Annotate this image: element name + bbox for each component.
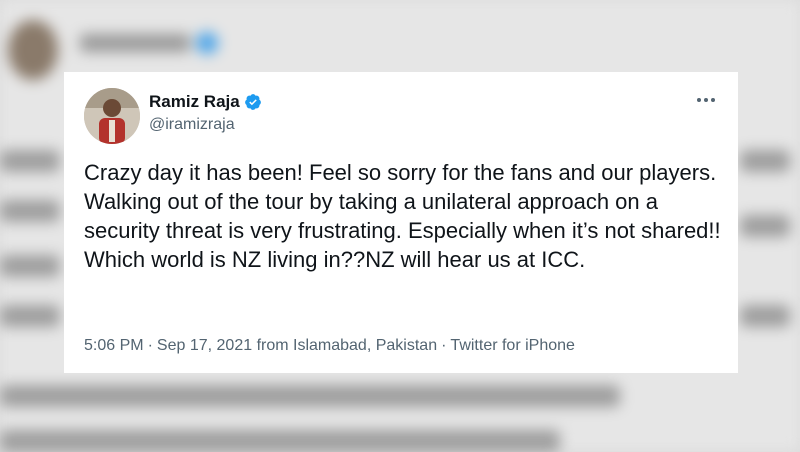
tweet-card: Ramiz Raja @iramizraja Crazy day it has …: [64, 72, 738, 373]
tweet-text: Crazy day it has been! Feel so sorry for…: [84, 160, 721, 272]
user-handle[interactable]: @iramizraja: [149, 116, 235, 134]
meta-separator: ·: [441, 337, 447, 354]
tweet-source[interactable]: Twitter for iPhone: [450, 337, 575, 355]
tweet-meta: 5:06 PM · Sep 17, 2021 from Islamabad, P…: [84, 337, 575, 355]
tweet-date-location[interactable]: Sep 17, 2021 from Islamabad, Pakistan: [157, 337, 437, 355]
meta-separator: ·: [147, 337, 153, 354]
display-name[interactable]: Ramiz Raja: [149, 92, 240, 112]
avatar[interactable]: [84, 88, 140, 144]
tweet-time[interactable]: 5:06 PM: [84, 337, 144, 355]
more-options-icon[interactable]: [694, 88, 718, 112]
verified-badge-icon: [244, 93, 262, 111]
